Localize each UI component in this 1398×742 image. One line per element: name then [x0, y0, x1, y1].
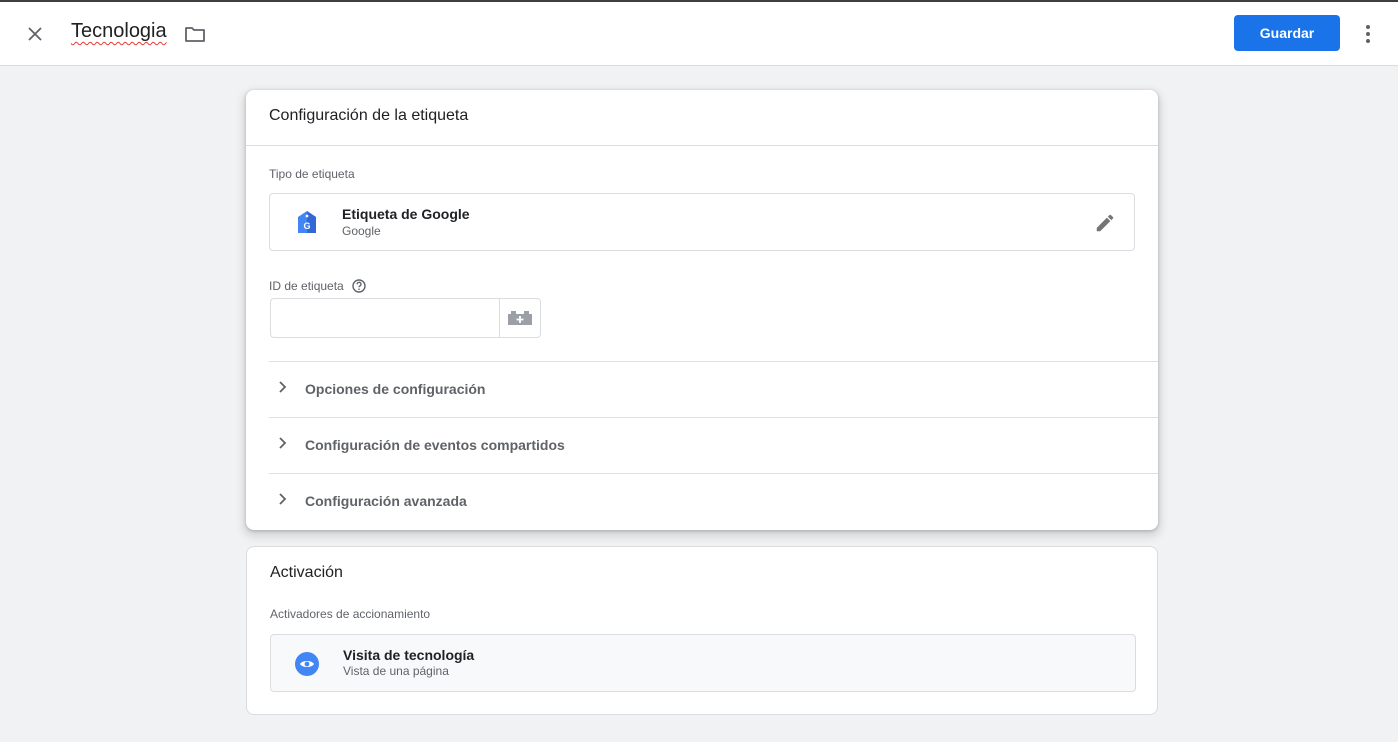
tag-type-name: Etiqueta de Google: [342, 206, 470, 222]
trigger-item[interactable]: Visita de tecnología Vista de una página: [270, 634, 1136, 692]
top-bar: Tecnologia Guardar: [0, 2, 1398, 66]
trigger-type: Vista de una página: [343, 664, 449, 678]
close-button[interactable]: [20, 19, 50, 49]
tag-type-selector[interactable]: G Etiqueta de Google Google: [269, 193, 1135, 251]
google-tag-icon: G: [298, 211, 316, 233]
chevron-right-icon: [279, 381, 287, 393]
svg-text:G: G: [303, 221, 310, 231]
card-title: Configuración de la etiqueta: [269, 107, 469, 124]
more-options-button[interactable]: [1356, 19, 1380, 49]
section-label: Configuración avanzada: [305, 493, 467, 509]
more-vert-icon: [1366, 25, 1370, 43]
firing-triggers-label: Activadores de accionamiento: [270, 607, 431, 621]
expand-configuration-options[interactable]: Opciones de configuración: [269, 361, 1158, 417]
expand-shared-event-settings[interactable]: Configuración de eventos compartidos: [269, 417, 1158, 473]
tag-id-input[interactable]: [270, 298, 500, 338]
chevron-right-icon: [279, 437, 287, 449]
card-title: Activación: [270, 564, 343, 581]
variable-block-icon: [508, 311, 532, 325]
chevron-right-icon: [279, 493, 287, 505]
save-button[interactable]: Guardar: [1234, 15, 1340, 51]
folder-icon: [185, 27, 205, 42]
divider: [246, 145, 1158, 146]
help-icon[interactable]: [352, 279, 366, 293]
insert-variable-button[interactable]: [499, 298, 541, 338]
edit-pencil-icon[interactable]: [1094, 212, 1116, 234]
close-icon: [28, 27, 42, 41]
expand-advanced-settings[interactable]: Configuración avanzada: [269, 473, 1158, 529]
eye-icon: [295, 652, 319, 676]
section-label: Opciones de configuración: [305, 381, 486, 397]
triggering-card: Activación Activadores de accionamiento …: [246, 546, 1158, 715]
tag-id-label: ID de etiqueta: [269, 279, 344, 293]
section-label: Configuración de eventos compartidos: [305, 437, 565, 453]
tag-name-title[interactable]: Tecnologia: [71, 20, 167, 43]
trigger-name: Visita de tecnología: [343, 647, 475, 663]
tag-configuration-card: Configuración de la etiqueta Tipo de eti…: [246, 90, 1158, 530]
folder-button[interactable]: [183, 22, 207, 46]
tag-type-label: Tipo de etiqueta: [269, 167, 355, 181]
tag-id-label-row: ID de etiqueta: [269, 279, 366, 293]
tag-type-vendor: Google: [342, 224, 381, 238]
